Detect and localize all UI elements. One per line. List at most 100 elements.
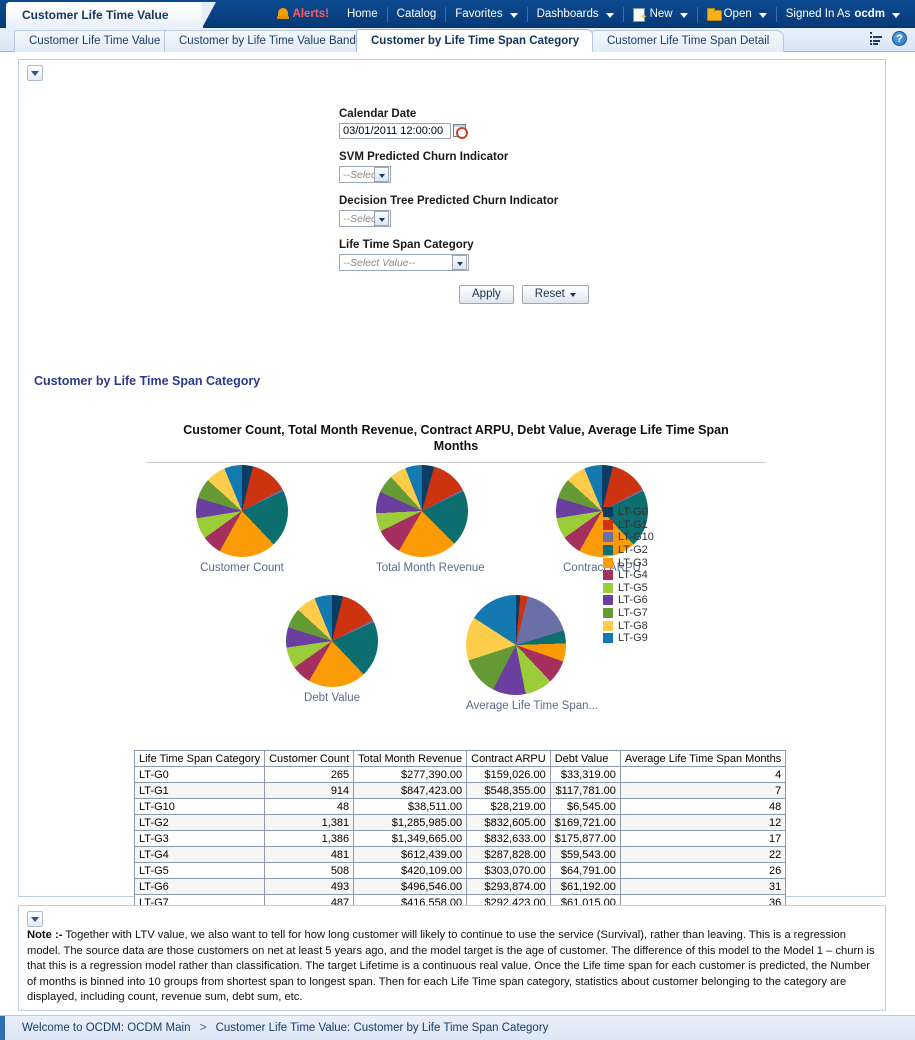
dashboard-tabstrip: Customer Life Time Value Customer by Lif… (0, 28, 915, 52)
table-cell: 1,386 (265, 831, 354, 847)
help-icon[interactable]: ? (892, 31, 907, 46)
table-column-header[interactable]: Customer Count (265, 751, 354, 767)
table-column-header[interactable]: Life Time Span Category (135, 751, 265, 767)
table-cell: 265 (265, 767, 354, 783)
pie-chart-4[interactable]: Debt Value (286, 595, 378, 704)
table-cell: 493 (265, 879, 354, 895)
nav-dashboards[interactable]: Dashboards (528, 0, 623, 28)
legend-swatch-icon (603, 621, 613, 631)
table-cell: $61,192.00 (550, 879, 620, 895)
tab-customer-life-time-span-detail[interactable]: Customer Life Time Span Detail (592, 30, 784, 52)
calendar-date-row (339, 123, 659, 139)
footer-accent (0, 1016, 5, 1040)
calendar-date-input[interactable] (339, 123, 451, 139)
table-cell: 26 (620, 863, 785, 879)
pie-slices[interactable] (376, 465, 468, 557)
breadcrumb-home[interactable]: Welcome to OCDM: OCDM Main (22, 1022, 190, 1034)
pie-slices[interactable] (196, 465, 288, 557)
pie-slices[interactable] (286, 595, 378, 687)
signed-in-as[interactable]: Signed In As ocdm (777, 0, 909, 28)
table-cell: $1,285,985.00 (354, 815, 467, 831)
new-document-icon (633, 8, 646, 20)
reset-button[interactable]: Reset (522, 285, 589, 304)
table-column-header[interactable]: Contract ARPU (467, 751, 551, 767)
apply-button-label: Apply (472, 286, 501, 303)
table-column-header[interactable]: Debt Value (550, 751, 620, 767)
pie-slices[interactable] (466, 595, 566, 695)
table-column-header[interactable]: Total Month Revenue (354, 751, 467, 767)
chevron-down-icon[interactable] (374, 211, 389, 226)
legend-label: LT-G5 (618, 582, 648, 594)
nav-catalog[interactable]: Catalog (388, 0, 446, 28)
table-cell: $28,219.00 (467, 799, 551, 815)
chevron-down-icon[interactable] (452, 255, 467, 270)
legend-swatch-icon (603, 545, 613, 555)
legend-swatch-icon (603, 558, 613, 568)
pie-chart-label: Debt Value (286, 692, 378, 704)
legend-swatch-icon (603, 595, 613, 605)
chevron-down-icon[interactable] (374, 167, 389, 182)
tab-customer-by-life-time-span-category[interactable]: Customer by Life Time Span Category (356, 29, 594, 52)
pie-chart-2[interactable]: Total Month Revenue (376, 465, 468, 574)
legend-swatch-icon (603, 507, 613, 517)
legend-label: LT-G1 (618, 519, 648, 531)
table-cell: $832,605.00 (467, 815, 551, 831)
table-cell: $277,390.00 (354, 767, 467, 783)
tab-customer-life-time-value[interactable]: Customer Life Time Value (14, 30, 175, 52)
nav-favorites[interactable]: Favorites (446, 0, 526, 28)
chevron-down-icon (510, 13, 518, 18)
chevron-down-icon (680, 13, 688, 18)
note-section-panel: Note :- Together with LTV value, we also… (18, 905, 886, 1011)
table-cell: $6,545.00 (550, 799, 620, 815)
decision-tree-churn-value: --Selec (340, 213, 374, 225)
life-time-span-category-select[interactable]: --Select Value-- (339, 254, 469, 271)
table-cell: LT-G3 (135, 831, 265, 847)
signed-in-username: ocdm (854, 0, 885, 28)
report-title: Customer by Life Time Span Category (34, 374, 260, 388)
table-cell: 7 (620, 783, 785, 799)
nav-new[interactable]: New (624, 0, 697, 28)
table-cell: LT-G6 (135, 879, 265, 895)
table-cell: $59,543.00 (550, 847, 620, 863)
table-cell: $287,828.00 (467, 847, 551, 863)
table-cell: 508 (265, 863, 354, 879)
legend-label: LT-G0 (618, 506, 648, 518)
reset-button-label: Reset (535, 286, 565, 303)
chart-title: Customer Count, Total Month Revenue, Con… (141, 416, 771, 460)
nav-home[interactable]: Home (338, 0, 387, 28)
calendar-picker-icon[interactable] (453, 124, 468, 139)
nav-alerts[interactable]: Alerts! (268, 0, 338, 28)
table-cell: LT-G2 (135, 815, 265, 831)
decision-tree-churn-select[interactable]: --Selec (339, 210, 391, 227)
table-row: LT-G1914$847,423.00$548,355.00$117,781.0… (135, 783, 786, 799)
table-cell: LT-G1 (135, 783, 265, 799)
apply-button[interactable]: Apply (459, 285, 514, 304)
prompt-buttons: Apply Reset (339, 285, 659, 304)
legend-item: LT-G0 (603, 506, 683, 519)
table-cell: $117,781.00 (550, 783, 620, 799)
dashboard-content: Calendar Date SVM Predicted Churn Indica… (0, 53, 915, 1015)
table-header-row: Life Time Span CategoryCustomer CountTot… (135, 751, 786, 767)
legend-item: LT-G8 (603, 619, 683, 632)
table-column-header[interactable]: Average Life Time Span Months (620, 751, 785, 767)
chevron-down-icon (31, 71, 39, 76)
dashboard-page: Customer Life Time Value Alerts! Home Ca… (0, 0, 915, 1040)
nav-catalog-label: Catalog (397, 0, 437, 28)
table-cell: 48 (265, 799, 354, 815)
table-cell: $847,423.00 (354, 783, 467, 799)
tab-customer-by-life-time-value-band[interactable]: Customer by Life Time Value Band (164, 30, 371, 52)
note-prefix: Note :- (27, 929, 62, 941)
chevron-down-icon (892, 13, 900, 18)
legend-label: LT-G2 (618, 544, 648, 556)
nav-open[interactable]: Open (698, 0, 776, 28)
collapse-report-section-button[interactable] (27, 65, 43, 81)
page-title-tab[interactable]: Customer Life Time Value (6, 2, 203, 28)
note-body: Together with LTV value, we also want to… (27, 929, 875, 1003)
legend-label: LT-G7 (618, 607, 648, 619)
legend-item: LT-G6 (603, 594, 683, 607)
pie-chart-5[interactable]: Average Life Time Span... (466, 595, 566, 712)
collapse-note-section-button[interactable] (27, 911, 43, 927)
page-options-icon[interactable] (870, 31, 886, 46)
svm-churn-select[interactable]: --Selec (339, 166, 391, 183)
pie-chart-1[interactable]: Customer Count (196, 465, 288, 574)
